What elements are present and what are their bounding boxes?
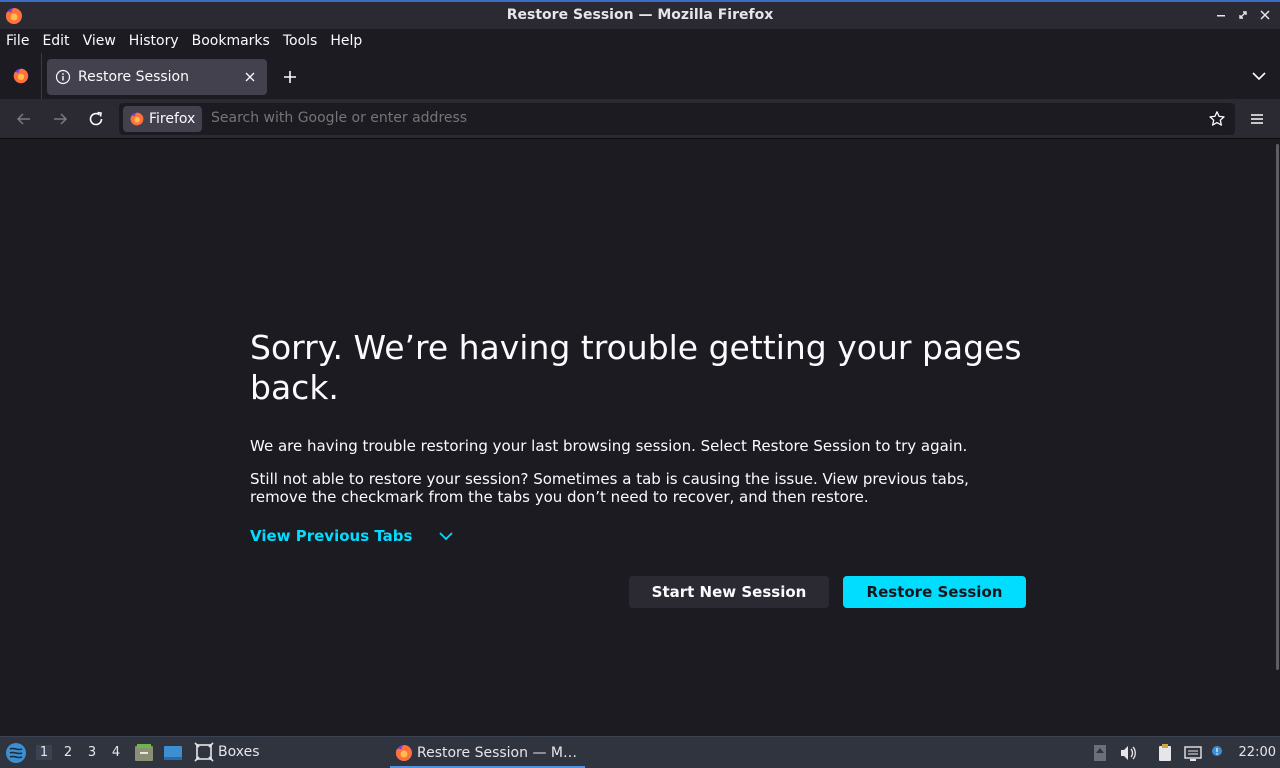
notification-icon[interactable] — [1209, 743, 1229, 763]
page-content: Sorry. We’re having trouble getting your… — [0, 140, 1280, 736]
boxes-app[interactable]: Boxes — [194, 742, 260, 762]
maximize-button[interactable] — [1234, 6, 1252, 24]
scrollbar[interactable] — [1276, 144, 1279, 670]
workspace-2[interactable]: 2 — [60, 745, 76, 760]
url-bar[interactable]: Firefox — [119, 103, 1235, 135]
plus-icon — [284, 71, 296, 83]
minimize-icon — [1217, 15, 1225, 17]
task-label: Restore Session — M… — [417, 744, 577, 761]
window-titlebar: Restore Session — Mozilla Firefox — [0, 0, 1280, 29]
app-menu-button[interactable] — [1246, 108, 1268, 130]
view-previous-tabs-toggle[interactable]: View Previous Tabs — [250, 527, 454, 545]
identity-label: Firefox — [149, 111, 196, 127]
volume-icon[interactable] — [1118, 743, 1138, 763]
close-window-button[interactable] — [1256, 6, 1274, 24]
back-button[interactable] — [12, 107, 36, 131]
minimize-button[interactable] — [1212, 6, 1230, 24]
restore-session-label: Restore Session — [866, 583, 1003, 601]
firefox-view-button[interactable] — [0, 53, 42, 99]
network-icon[interactable] — [1183, 743, 1203, 763]
close-icon — [245, 72, 255, 82]
boxes-icon — [194, 742, 214, 762]
workspace-1[interactable]: 1 — [36, 745, 52, 760]
bookmark-star-button[interactable] — [1207, 109, 1227, 129]
restore-session-button[interactable]: Restore Session — [843, 576, 1026, 608]
page-title: Sorry. We’re having trouble getting your… — [250, 328, 1022, 407]
workspace-4[interactable]: 4 — [108, 745, 124, 760]
arrow-right-icon — [54, 113, 68, 125]
close-icon — [1260, 10, 1270, 20]
identity-box[interactable]: Firefox — [123, 106, 203, 132]
menu-file[interactable]: File — [6, 33, 29, 49]
error-description: We are having trouble restoring your las… — [250, 437, 968, 455]
window-title: Restore Session — Mozilla Firefox — [506, 7, 774, 23]
clipboard-icon[interactable] — [1155, 743, 1175, 763]
close-tab-button[interactable] — [241, 68, 259, 86]
system-taskbar: 1 2 3 4 Boxes Restore Session — M… 22:00 — [0, 736, 1280, 768]
menu-bookmarks[interactable]: Bookmarks — [192, 33, 270, 49]
menu-edit[interactable]: Edit — [42, 33, 69, 49]
firefox-icon — [13, 68, 28, 84]
arrow-left-icon — [16, 113, 30, 125]
start-new-session-button[interactable]: Start New Session — [629, 576, 829, 608]
firefox-icon — [395, 744, 412, 761]
menu-bar: File Edit View History Bookmarks Tools H… — [0, 29, 1280, 53]
file-manager-icon[interactable] — [133, 742, 155, 764]
menu-view[interactable]: View — [83, 33, 116, 49]
view-previous-tabs-label: View Previous Tabs — [250, 527, 413, 545]
error-hint: Still not able to restore your session? … — [250, 470, 969, 506]
start-menu-icon[interactable] — [4, 741, 28, 765]
tab-label: Restore Session — [78, 69, 189, 85]
forward-button[interactable] — [48, 107, 72, 131]
menu-tools[interactable]: Tools — [283, 33, 318, 49]
chevron-down-icon — [1252, 72, 1266, 81]
clock: 22:00 — [1238, 745, 1276, 760]
tab-bar: Restore Session — [0, 53, 1280, 99]
navigation-bar: Firefox — [0, 99, 1280, 139]
desktop-icon[interactable] — [162, 742, 184, 764]
maximize-icon — [1239, 11, 1247, 19]
menu-history[interactable]: History — [129, 33, 179, 49]
tab-restore-session[interactable]: Restore Session — [47, 59, 267, 95]
new-tab-button[interactable] — [278, 65, 302, 89]
menu-help[interactable]: Help — [330, 33, 362, 49]
firefox-icon — [130, 112, 144, 126]
address-input[interactable] — [211, 110, 1111, 126]
reload-button[interactable] — [84, 107, 108, 131]
workspace-3[interactable]: 3 — [84, 745, 100, 760]
boxes-label: Boxes — [218, 744, 260, 760]
reload-icon — [89, 111, 103, 126]
start-new-session-label: Start New Session — [651, 583, 807, 601]
info-icon — [55, 69, 71, 85]
star-icon — [1209, 111, 1225, 126]
list-all-tabs-button[interactable] — [1248, 65, 1270, 87]
taskbar-firefox-window[interactable]: Restore Session — M… — [390, 739, 585, 768]
chevron-down-icon — [439, 532, 454, 541]
tray-expand-icon[interactable] — [1090, 743, 1110, 763]
hamburger-menu-icon — [1251, 114, 1263, 124]
